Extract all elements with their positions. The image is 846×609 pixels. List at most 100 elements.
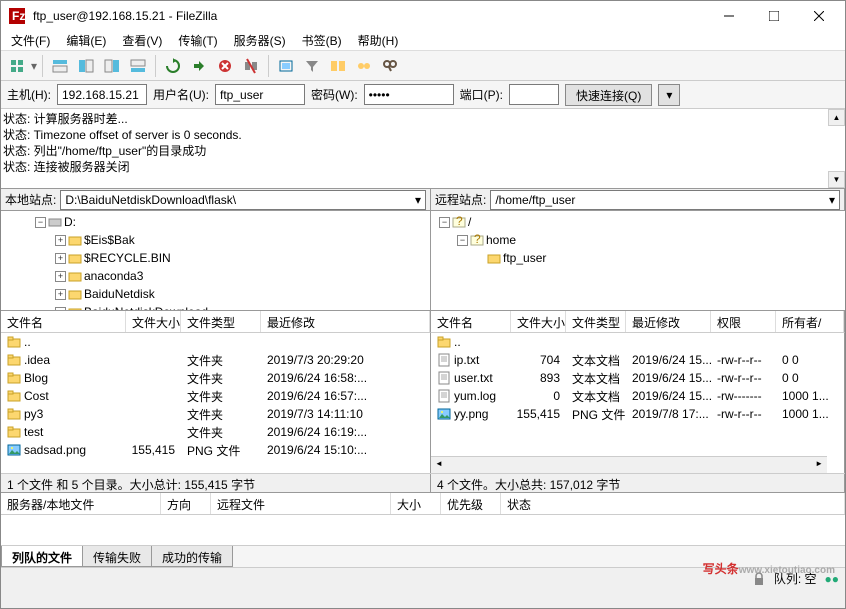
process-queue-button[interactable] — [187, 54, 211, 78]
scroll-down-icon[interactable]: ▼ — [828, 171, 845, 188]
file-type: 文件夹 — [181, 388, 261, 405]
file-name: user.txt — [454, 371, 493, 385]
tab-success[interactable]: 成功的传输 — [151, 546, 233, 567]
col-type[interactable]: 文件类型 — [181, 311, 261, 332]
quickconnect-button[interactable]: 快速连接(Q) — [565, 84, 652, 106]
menu-bookmark[interactable]: 书签(B) — [296, 30, 348, 51]
local-site-combo[interactable]: D:\BaiduNetdiskDownload\flask\▾ — [60, 190, 426, 210]
menu-edit[interactable]: 编辑(E) — [60, 30, 112, 51]
file-name: .. — [454, 335, 461, 349]
col-modified[interactable]: 最近修改 — [626, 311, 711, 332]
qcol-priority[interactable]: 优先级 — [441, 493, 501, 514]
menu-view[interactable]: 查看(V) — [116, 30, 168, 51]
local-tree[interactable]: −D: +$Eis$Bak +$RECYCLE.BIN +anaconda3 +… — [1, 211, 431, 310]
menu-server[interactable]: 服务器(S) — [228, 30, 292, 51]
file-row[interactable]: test 文件夹 2019/6/24 16:19:... — [1, 423, 430, 441]
username-label: 用户名(U): — [153, 86, 209, 103]
folder-icon — [68, 252, 82, 264]
file-size: 155,415 — [511, 407, 566, 421]
disconnect-button[interactable] — [239, 54, 263, 78]
message-log[interactable]: 状态: 计算服务器时差... 状态: Timezone offset of se… — [1, 109, 845, 189]
col-size[interactable]: 文件大小 — [126, 311, 181, 332]
file-size: 704 — [511, 353, 566, 367]
file-row[interactable]: .. — [1, 333, 430, 351]
quickconnect-dropdown[interactable]: ▾ — [658, 84, 680, 106]
expander-icon[interactable]: − — [439, 217, 450, 228]
toggle-remotetree-button[interactable] — [100, 54, 124, 78]
file-size: 0 — [511, 389, 566, 403]
col-name[interactable]: 文件名 — [1, 311, 126, 332]
username-input[interactable] — [215, 84, 305, 105]
tab-failed[interactable]: 传输失败 — [82, 546, 152, 567]
queue-list[interactable] — [1, 515, 845, 545]
expander-icon[interactable]: − — [55, 307, 66, 311]
file-row[interactable]: sadsad.png 155,415 PNG 文件 2019/6/24 15:1… — [1, 441, 430, 459]
menu-help[interactable]: 帮助(H) — [352, 30, 405, 51]
qcol-direction[interactable]: 方向 — [161, 493, 211, 514]
folder-icon — [7, 389, 21, 403]
remote-site-combo[interactable]: /home/ftp_user▾ — [490, 190, 840, 210]
compare-button[interactable] — [326, 54, 350, 78]
qcol-status[interactable]: 状态 — [501, 493, 845, 514]
expander-icon[interactable]: − — [457, 235, 468, 246]
sync-browse-button[interactable] — [352, 54, 376, 78]
file-row[interactable]: yy.png 155,415 PNG 文件 2019/7/8 17:... -r… — [431, 405, 844, 423]
refresh-button[interactable] — [161, 54, 185, 78]
qcol-size[interactable]: 大小 — [391, 493, 441, 514]
menu-transfer[interactable]: 传输(T) — [172, 30, 223, 51]
folder-icon — [7, 407, 21, 421]
menu-file[interactable]: 文件(F) — [5, 30, 56, 51]
file-row[interactable]: yum.log 0 文本文档 2019/6/24 15... -rw------… — [431, 387, 844, 405]
maximize-button[interactable] — [751, 2, 796, 31]
port-input[interactable] — [509, 84, 559, 105]
expander-icon[interactable]: + — [55, 271, 66, 282]
search-button[interactable] — [378, 54, 402, 78]
file-row[interactable]: .idea 文件夹 2019/7/3 20:29:20 — [1, 351, 430, 369]
remote-file-list[interactable]: .. ip.txt 704 文本文档 2019/6/24 15... -rw-r… — [431, 333, 845, 473]
file-row[interactable]: user.txt 893 文本文档 2019/6/24 15... -rw-r-… — [431, 369, 844, 387]
expander-icon[interactable]: + — [55, 253, 66, 264]
qcol-server[interactable]: 服务器/本地文件 — [1, 493, 161, 514]
toggle-queue-button[interactable] — [126, 54, 150, 78]
reconnect-button[interactable] — [274, 54, 298, 78]
folder-icon — [68, 288, 82, 300]
col-type[interactable]: 文件类型 — [566, 311, 626, 332]
sitemanager-button[interactable] — [5, 54, 29, 78]
expander-icon[interactable]: − — [35, 217, 46, 228]
col-owner[interactable]: 所有者/ — [776, 311, 844, 332]
remote-tree[interactable]: −?/ −?home ftp_user — [431, 211, 845, 310]
minimize-button[interactable] — [706, 2, 751, 31]
qcol-remote[interactable]: 远程文件 — [211, 493, 391, 514]
file-row[interactable]: ip.txt 704 文本文档 2019/6/24 15... -rw-r--r… — [431, 351, 844, 369]
tab-queued[interactable]: 列队的文件 — [1, 546, 83, 567]
file-row[interactable]: .. — [431, 333, 844, 351]
filter-button[interactable] — [300, 54, 324, 78]
host-input[interactable] — [57, 84, 147, 105]
file-row[interactable]: py3 文件夹 2019/7/3 14:11:10 — [1, 405, 430, 423]
file-perm: -rw-r--r-- — [711, 371, 776, 385]
expander-icon[interactable]: + — [55, 289, 66, 300]
col-name[interactable]: 文件名 — [431, 311, 511, 332]
password-input[interactable] — [364, 84, 454, 105]
file-row[interactable]: Cost 文件夹 2019/6/24 16:57:... — [1, 387, 430, 405]
expander-icon[interactable]: + — [55, 235, 66, 246]
file-name: yy.png — [454, 407, 488, 421]
close-button[interactable] — [796, 2, 841, 31]
cancel-button[interactable] — [213, 54, 237, 78]
folder-icon — [7, 371, 21, 385]
col-modified[interactable]: 最近修改 — [261, 311, 430, 332]
col-size[interactable]: 文件大小 — [511, 311, 566, 332]
log-line: 状态: 列出"/home/ftp_user"的目录成功 — [3, 143, 843, 159]
horizontal-scrollbar[interactable]: ◄► — [431, 456, 827, 473]
toggle-log-button[interactable] — [48, 54, 72, 78]
col-perm[interactable]: 权限 — [711, 311, 776, 332]
watermark: 写头条www.xietoutiao.com — [703, 560, 835, 578]
log-line: 状态: 计算服务器时差... — [3, 111, 843, 127]
image-icon — [7, 443, 21, 457]
scroll-up-icon[interactable]: ▲ — [828, 109, 845, 126]
drive-icon — [48, 216, 62, 228]
file-modified: 2019/6/24 16:58:... — [261, 371, 430, 385]
file-row[interactable]: Blog 文件夹 2019/6/24 16:58:... — [1, 369, 430, 387]
local-file-list[interactable]: .. .idea 文件夹 2019/7/3 20:29:20 Blog 文件夹 … — [1, 333, 431, 473]
toggle-localtree-button[interactable] — [74, 54, 98, 78]
